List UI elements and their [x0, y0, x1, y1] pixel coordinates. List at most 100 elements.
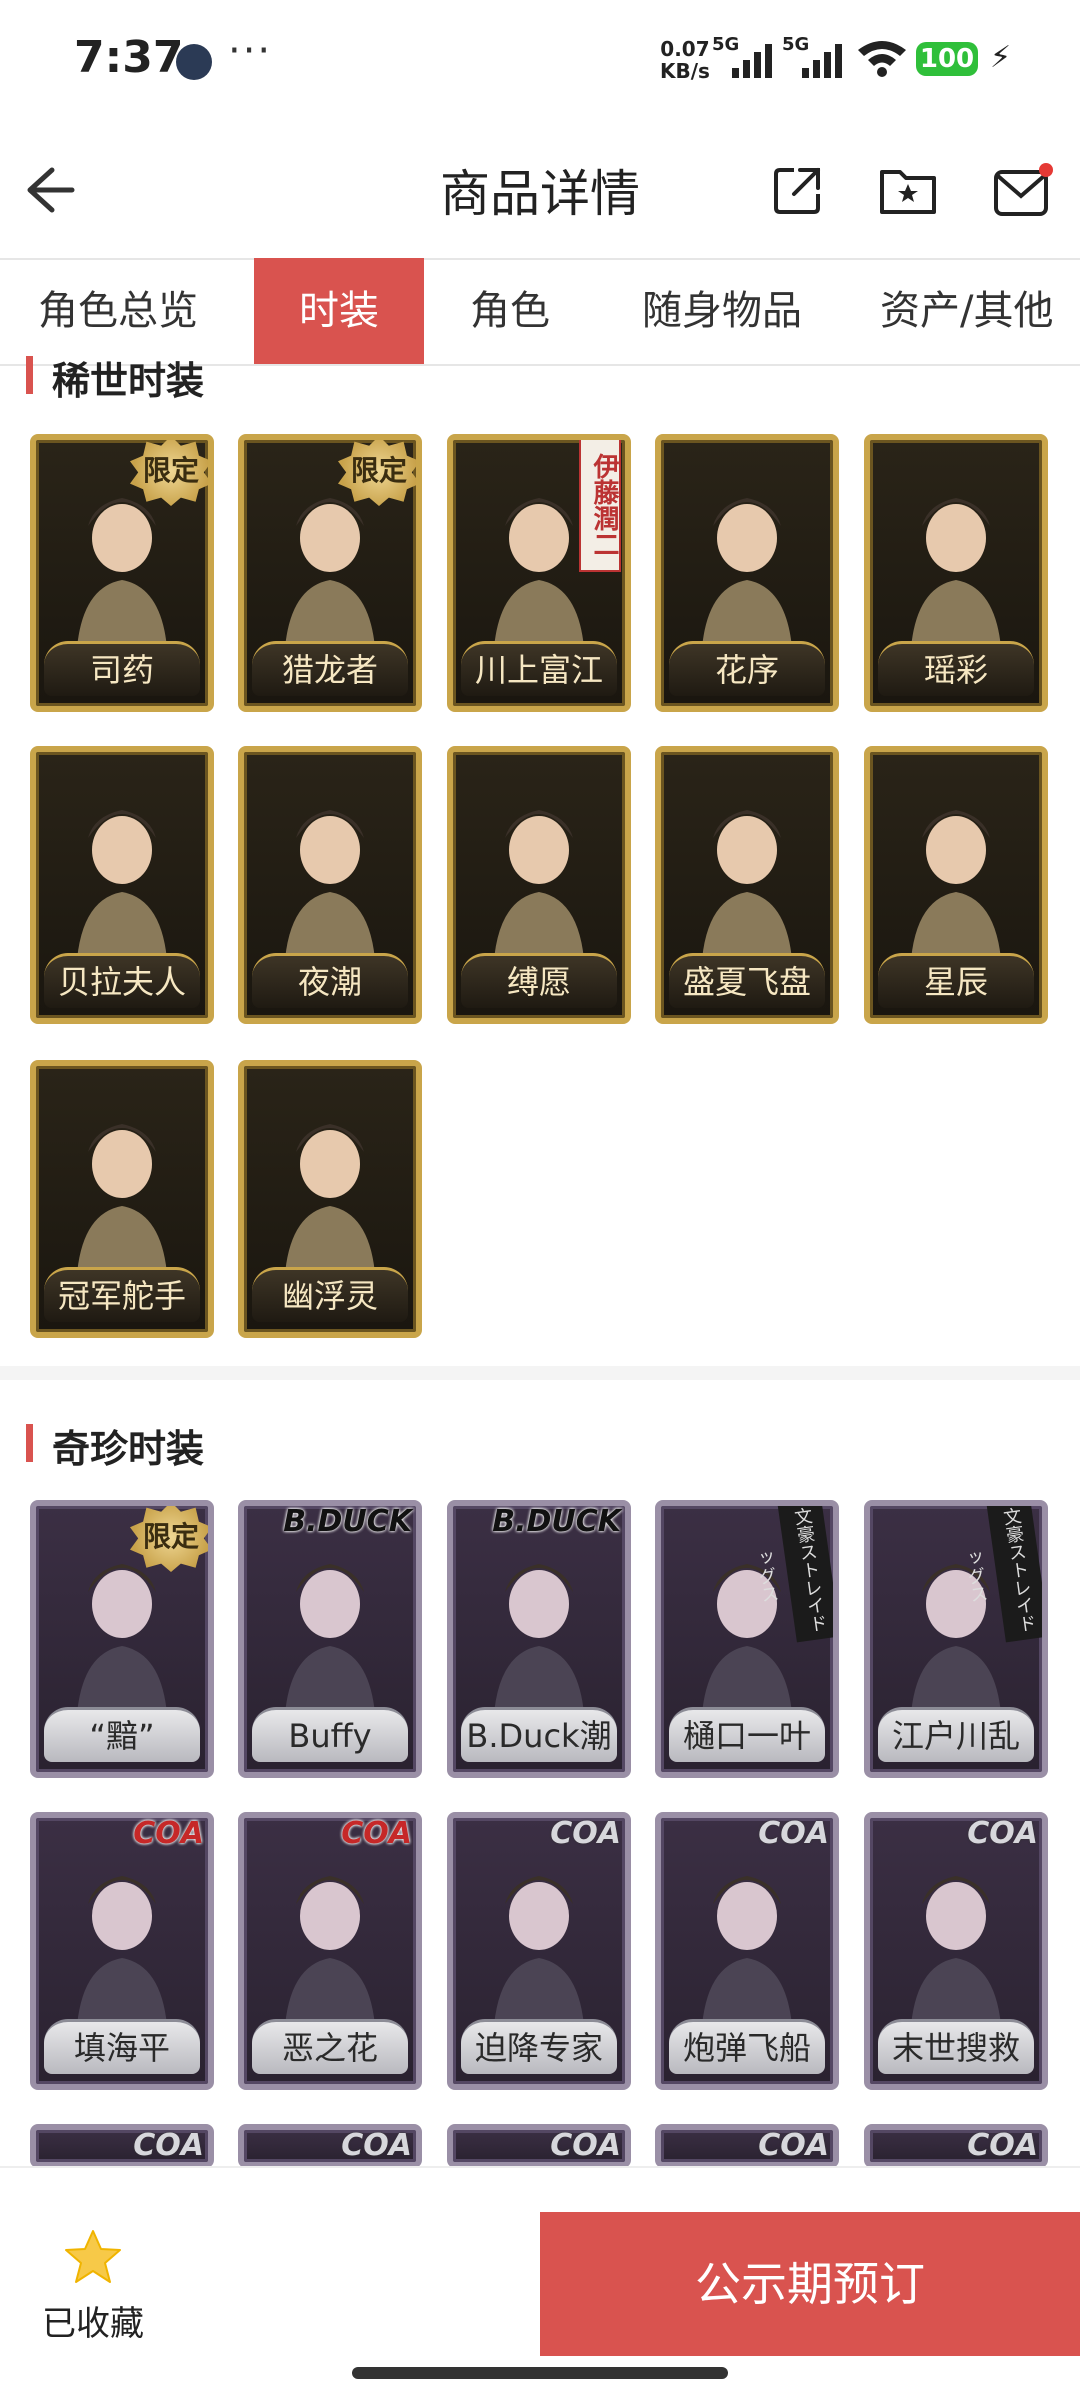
wifi-icon — [858, 41, 906, 77]
character-portrait — [284, 810, 376, 976]
costume-card[interactable]: COA 填海平 — [30, 1812, 214, 2090]
costume-name: 迫降专家 — [461, 2019, 617, 2074]
costume-card[interactable]: COA 炮弹飞船 — [655, 1812, 839, 2090]
costume-name: 川上富江 — [461, 641, 617, 696]
costume-card[interactable]: 限定 司药 — [30, 434, 214, 712]
costume-name: 花序 — [669, 641, 825, 696]
character-portrait — [701, 498, 793, 664]
top-navbar: 商品详情 — [0, 120, 1080, 260]
tab-accessories[interactable]: 随身物品 — [612, 258, 832, 364]
favorite-label: 已收藏 — [42, 2304, 144, 2344]
costume-card[interactable]: 限定 “黯” — [30, 1500, 214, 1778]
character-portrait — [76, 810, 168, 976]
costume-name: 缚愿 — [461, 953, 617, 1008]
costume-card[interactable]: 夜潮 — [238, 746, 422, 1024]
costume-name: 樋口一叶 — [669, 1707, 825, 1762]
costume-name: Buffy — [252, 1707, 408, 1762]
costume-card[interactable]: 幽浮灵 — [238, 1060, 422, 1338]
net-speed: 0.07 KB/s — [660, 38, 710, 82]
costume-name: 星辰 — [878, 953, 1034, 1008]
tab-assets-other[interactable]: 资产/其他 — [880, 258, 1080, 364]
costume-name: 盛夏飞盘 — [669, 953, 825, 1008]
costume-card[interactable]: B.DUCK Buffy — [238, 1500, 422, 1778]
character-portrait — [493, 810, 585, 976]
tab-fashion[interactable]: 时装 — [254, 258, 424, 364]
character-portrait — [910, 810, 1002, 976]
costume-card-partial[interactable]: COA — [30, 2124, 214, 2168]
tab-characters[interactable]: 角色 — [440, 258, 580, 364]
brand-logo: COA — [133, 1816, 204, 1851]
costume-card[interactable]: 缚愿 — [447, 746, 631, 1024]
net-speed-unit: KB/s — [660, 59, 710, 83]
costume-card[interactable]: COA 迫降专家 — [447, 1812, 631, 2090]
section-divider — [0, 1366, 1080, 1380]
collab-tag: 伊藤潤二 — [579, 440, 621, 572]
costume-card[interactable]: 冠军舵手 — [30, 1060, 214, 1338]
costume-card[interactable]: 贝拉夫人 — [30, 746, 214, 1024]
costume-card[interactable]: 星辰 — [864, 746, 1048, 1024]
character-portrait — [284, 1124, 376, 1290]
character-portrait — [910, 498, 1002, 664]
brand-logo: COA — [341, 2128, 412, 2163]
costume-name: 贝拉夫人 — [44, 953, 200, 1008]
character-portrait — [910, 1876, 1002, 2042]
character-portrait — [701, 810, 793, 976]
costume-name: 司药 — [44, 641, 200, 696]
character-portrait — [76, 1124, 168, 1290]
favorite-button[interactable]: 已收藏 — [38, 2228, 148, 2345]
costume-card-partial[interactable]: COA — [655, 2124, 839, 2168]
message-mail-icon[interactable] — [992, 162, 1058, 222]
costume-card[interactable]: 花序 — [655, 434, 839, 712]
section-title-rare: 稀世时装 — [26, 350, 204, 405]
bottom-action-bar: 已收藏 公示期预订 — [0, 2166, 1080, 2374]
costume-card[interactable]: COA 末世搜救 — [864, 1812, 1048, 2090]
costume-card-partial[interactable]: COA — [447, 2124, 631, 2168]
costume-card[interactable]: 文豪ストレイドッグス 樋口一叶 — [655, 1500, 839, 1778]
preorder-button[interactable]: 公示期预订 — [540, 2212, 1080, 2356]
brand-logo: B.DUCK — [283, 1504, 412, 1539]
battery-indicator: 100 — [916, 42, 978, 76]
costume-name: “黯” — [44, 1707, 200, 1762]
costume-name: B.Duck潮 — [461, 1707, 617, 1762]
brand-logo: COA — [758, 1816, 829, 1851]
character-portrait — [493, 1564, 585, 1730]
costume-card-partial[interactable]: COA — [238, 2124, 422, 2168]
costume-card[interactable]: COA 恶之花 — [238, 1812, 422, 2090]
signal-bars-2-icon — [802, 40, 842, 78]
costume-card[interactable]: B.DUCK B.Duck潮 — [447, 1500, 631, 1778]
costume-name: 江户川乱步 — [878, 1707, 1034, 1772]
character-portrait — [493, 1876, 585, 2042]
costume-card[interactable]: 文豪ストレイドッグス江户川乱步 — [864, 1500, 1048, 1778]
costume-name: 冠军舵手 — [44, 1267, 200, 1322]
signal-bars-1-icon — [732, 40, 772, 78]
more-notifications-icon: ··· — [228, 28, 273, 74]
brand-logo: COA — [967, 2128, 1038, 2163]
net-speed-value: 0.07 — [660, 37, 710, 61]
costume-card[interactable]: 限定 猎龙者 — [238, 434, 422, 712]
status-time: 7:37 — [74, 32, 184, 83]
costume-name: 猎龙者 — [252, 641, 408, 696]
costume-card[interactable]: 盛夏飞盘 — [655, 746, 839, 1024]
character-portrait — [76, 1876, 168, 2042]
brand-logo: COA — [133, 2128, 204, 2163]
costume-card[interactable]: 伊藤潤二川上富江 — [447, 434, 631, 712]
costume-name: 夜潮 — [252, 953, 408, 1008]
tab-overview[interactable]: 角色总览 — [18, 258, 218, 364]
star-filled-icon — [65, 2230, 121, 2283]
brand-logo: COA — [341, 1816, 412, 1851]
share-icon[interactable] — [770, 162, 826, 218]
character-portrait — [284, 1876, 376, 2042]
charging-icon: ⚡ — [990, 40, 1012, 75]
costume-card-partial[interactable]: COA — [864, 2124, 1048, 2168]
section-title-exotic: 奇珍时装 — [26, 1418, 204, 1473]
costume-name: 恶之花 — [252, 2019, 408, 2074]
character-portrait — [701, 1876, 793, 2042]
status-bar: 7:37 ··· 0.07 KB/s 5G 5G 100 ⚡ — [0, 0, 1080, 120]
brand-logo: COA — [550, 1816, 621, 1851]
favorite-folder-icon[interactable] — [878, 162, 938, 218]
costume-card[interactable]: 瑶彩 — [864, 434, 1048, 712]
costume-name: 瑶彩 — [878, 641, 1034, 696]
home-indicator — [352, 2367, 728, 2379]
costume-name: 炮弹飞船 — [669, 2019, 825, 2074]
costume-name: 末世搜救 — [878, 2019, 1034, 2074]
